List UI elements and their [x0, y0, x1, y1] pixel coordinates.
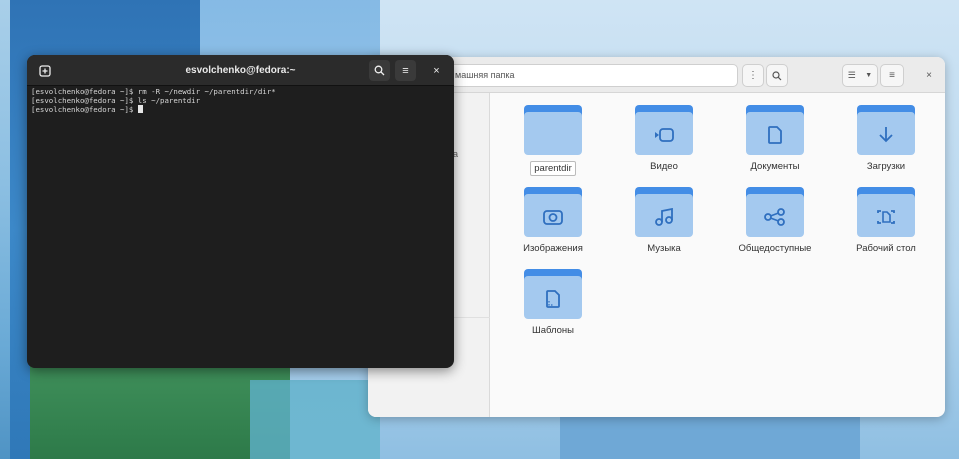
folder-item-documents[interactable]: Документы [720, 105, 830, 185]
files-window: машняя папка ⋮ ☰ ▼ ≡ × пка parentdir [368, 57, 945, 417]
terminal-line: [esvolchenko@fedora ~]$ ls ~/parentdir [31, 95, 201, 105]
folder-item-video[interactable]: Видео [609, 105, 719, 185]
path-bar[interactable]: машняя папка [438, 64, 738, 87]
music-folder-icon [635, 187, 693, 237]
download-icon [879, 127, 893, 143]
terminal-close-button[interactable]: × [426, 60, 447, 81]
camera-icon [543, 210, 563, 225]
terminal-search-button[interactable] [369, 60, 390, 81]
view-options-button[interactable]: ☰ ▼ [842, 64, 878, 87]
templates-folder-icon [524, 269, 582, 319]
list-view-icon: ☰ [847, 70, 856, 80]
terminal-headerbar: esvolchenko@fedora:~ ≡ × [27, 55, 454, 86]
folder-item-downloads[interactable]: Загрузки [831, 105, 941, 185]
folder-label: Изображения [523, 243, 583, 254]
folder-item-parentdir[interactable]: parentdir [498, 105, 608, 185]
desktop-icon [877, 210, 895, 224]
pictures-folder-icon [524, 187, 582, 237]
path-menu-button[interactable]: ⋮ [742, 64, 764, 87]
folder-item-public[interactable]: Общедоступные [720, 187, 830, 267]
documents-folder-icon [746, 105, 804, 155]
folder-item-desktop[interactable]: Рабочий стол [831, 187, 941, 267]
terminal-output[interactable]: [esvolchenko@fedora ~]$ rm -R ~/newdir ~… [31, 87, 441, 358]
wallpaper-shape [250, 380, 380, 459]
menu-button[interactable]: ≡ [880, 64, 904, 87]
folder-icon [524, 105, 582, 155]
terminal-menu-button[interactable]: ≡ [395, 60, 416, 81]
folder-label: Музыка [647, 243, 681, 254]
template-icon [546, 290, 560, 308]
close-icon: × [926, 70, 932, 81]
folder-grid: parentdir Видео Документы Загрузки Изобр… [493, 97, 945, 417]
chevron-down-icon: ▼ [865, 72, 873, 79]
folder-label: parentdir [530, 161, 576, 176]
folder-item-music[interactable]: Музыка [609, 187, 719, 267]
hamburger-icon: ≡ [889, 70, 895, 81]
folder-label: Шаблоны [531, 325, 574, 336]
files-headerbar: машняя папка ⋮ ☰ ▼ ≡ × [368, 57, 945, 93]
folder-label: Видео [650, 161, 678, 172]
hamburger-icon: ≡ [402, 64, 409, 77]
public-folder-icon [746, 187, 804, 237]
document-icon [768, 126, 782, 144]
downloads-folder-icon [857, 105, 915, 155]
search-icon [374, 65, 385, 76]
text-cursor [137, 105, 143, 114]
folder-label: Рабочий стол [856, 243, 916, 254]
folder-label: Общедоступные [738, 243, 812, 254]
close-button[interactable]: × [920, 64, 938, 87]
terminal-prompt-line: [esvolchenko@fedora ~]$ [31, 105, 441, 115]
desktop-folder-icon [857, 187, 915, 237]
share-icon [764, 208, 785, 226]
folder-item-templates[interactable]: Шаблоны [498, 269, 608, 349]
terminal-window: esvolchenko@fedora:~ ≡ × [esvolchenko@fe… [27, 55, 454, 368]
search-button[interactable] [766, 64, 788, 87]
music-icon [655, 208, 673, 226]
terminal-prompt: [esvolchenko@fedora ~]$ [31, 105, 138, 115]
search-icon [772, 70, 782, 80]
kebab-icon: ⋮ [748, 70, 758, 81]
folder-item-pictures[interactable]: Изображения [498, 187, 608, 267]
folder-label: Загрузки [866, 161, 906, 172]
folder-label: Документы [750, 161, 800, 172]
video-folder-icon [635, 105, 693, 155]
video-icon [655, 128, 674, 142]
close-icon: × [433, 64, 440, 77]
